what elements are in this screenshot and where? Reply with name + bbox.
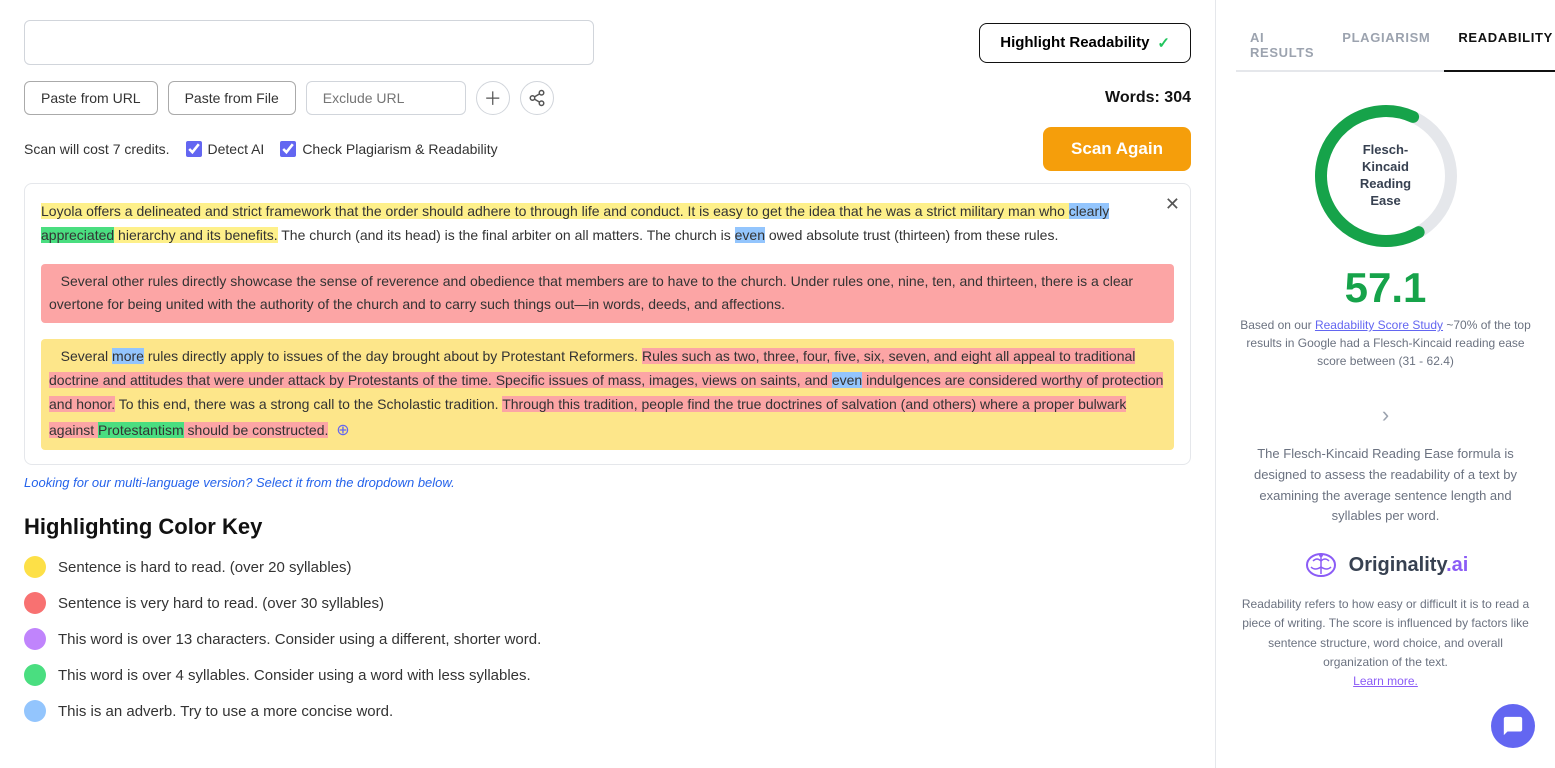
learn-more-link[interactable]: Learn more. — [1353, 674, 1418, 688]
red-dot — [24, 592, 46, 614]
tab-ai-results[interactable]: AI RESULTS — [1236, 20, 1328, 72]
brand-row: Originality.ai — [1236, 547, 1535, 583]
paste-from-url-button[interactable]: Paste from URL — [24, 81, 158, 115]
add-inline-icon[interactable]: ⊕ — [336, 422, 349, 439]
color-key-yellow-text: Sentence is hard to read. (over 20 sylla… — [58, 559, 352, 576]
color-key-red-text: Sentence is very hard to read. (over 30 … — [58, 595, 384, 612]
detect-ai-label: Detect AI — [208, 141, 265, 157]
gauge-container: Flesch-KincaidReading Ease 57.1 Based on… — [1236, 96, 1535, 386]
color-key-title: Highlighting Color Key — [24, 514, 1191, 540]
color-key-green-text: This word is over 4 syllables. Consider … — [58, 667, 531, 684]
sidebar: AI RESULTS PLAGIARISM READABILITY Flesch… — [1215, 0, 1555, 768]
check-plagiarism-label: Check Plagiarism & Readability — [302, 141, 497, 157]
score-description: Based on our Readability Score Study ~70… — [1236, 316, 1535, 370]
tab-readability[interactable]: READABILITY — [1444, 20, 1555, 72]
detect-ai-checkbox[interactable] — [186, 141, 202, 157]
next-arrow-button[interactable]: › — [1382, 402, 1389, 428]
score-value: 57.1 — [1345, 264, 1427, 312]
check-plagiarism-checkbox-group[interactable]: Check Plagiarism & Readability — [280, 141, 497, 157]
list-item: Sentence is hard to read. (over 20 sylla… — [24, 556, 1191, 578]
scan-again-button[interactable]: Scan Again — [1043, 127, 1191, 171]
list-item: Sentence is very hard to read. (over 30 … — [24, 592, 1191, 614]
yellow-dot — [24, 556, 46, 578]
highlight-readability-label: Highlight Readability — [1000, 34, 1149, 51]
multilang-note: Looking for our multi-language version? … — [24, 475, 1191, 490]
text-editor: Loyola offers a delineated and strict fr… — [24, 183, 1191, 465]
gauge-wrap: Flesch-KincaidReading Ease — [1306, 96, 1466, 256]
sidebar-nav: AI RESULTS PLAGIARISM READABILITY — [1236, 20, 1535, 72]
purple-dot — [24, 628, 46, 650]
tab-plagiarism[interactable]: PLAGIARISM — [1328, 20, 1444, 72]
list-item: This word is over 13 characters. Conside… — [24, 628, 1191, 650]
blue-dot — [24, 700, 46, 722]
document-title-input[interactable]: Loyola's Rules for Thinking — [24, 20, 594, 65]
text-content-area[interactable]: Loyola offers a delineated and strict fr… — [25, 184, 1190, 464]
color-key-list: Sentence is hard to read. (over 20 sylla… — [24, 556, 1191, 722]
brand-name-suffix: .ai — [1446, 554, 1468, 576]
detect-ai-checkbox-group[interactable]: Detect AI — [186, 141, 265, 157]
add-button[interactable]: ＋ — [476, 81, 510, 115]
color-key-purple-text: This word is over 13 characters. Conside… — [58, 631, 541, 648]
color-key-blue-text: This is an adverb. Try to use a more con… — [58, 703, 393, 720]
highlight-check-icon: ✓ — [1157, 34, 1170, 52]
list-item: This is an adverb. Try to use a more con… — [24, 700, 1191, 722]
brand-icon — [1303, 547, 1339, 583]
paste-from-file-button[interactable]: Paste from File — [168, 81, 296, 115]
close-text-button[interactable]: ✕ — [1165, 194, 1180, 215]
green-dot — [24, 664, 46, 686]
list-item: This word is over 4 syllables. Consider … — [24, 664, 1191, 686]
readability-description: Readability refers to how easy or diffic… — [1236, 595, 1535, 691]
formula-description: The Flesch-Kincaid Reading Ease formula … — [1236, 444, 1535, 527]
exclude-url-input[interactable] — [306, 81, 466, 115]
check-plagiarism-checkbox[interactable] — [280, 141, 296, 157]
credits-text: Scan will cost 7 credits. — [24, 141, 170, 157]
highlight-readability-button[interactable]: Highlight Readability ✓ — [979, 23, 1191, 63]
chat-bubble[interactable] — [1491, 704, 1535, 748]
share-button[interactable] — [520, 81, 554, 115]
word-count: Words: 304 — [1105, 89, 1191, 107]
gauge-label: Flesch-KincaidReading Ease — [1346, 142, 1426, 210]
brand-name: Originality.ai — [1349, 554, 1469, 577]
readability-score-study-link[interactable]: Readability Score Study — [1315, 318, 1443, 332]
